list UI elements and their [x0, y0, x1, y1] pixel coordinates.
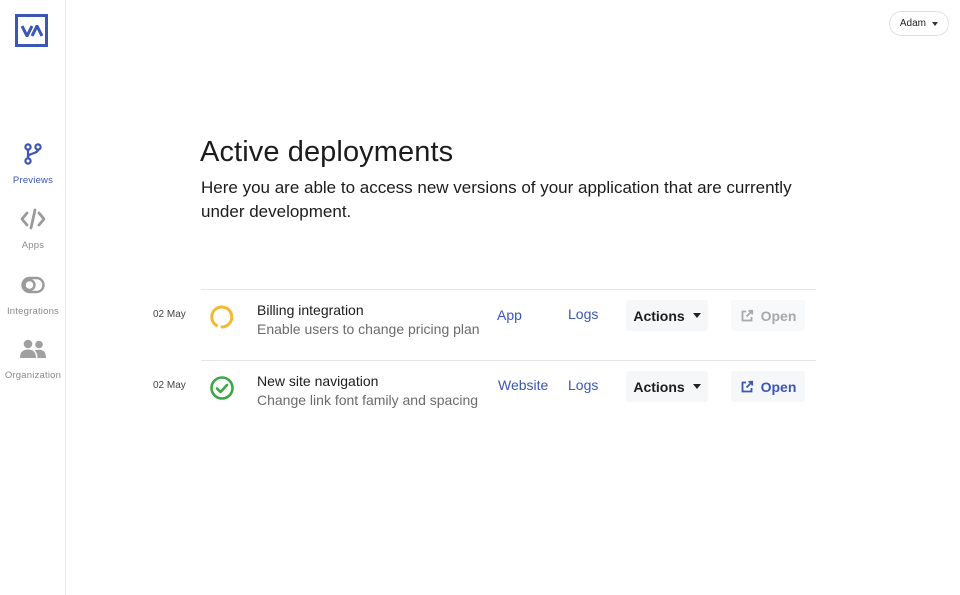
actions-dropdown-button[interactable]: Actions — [626, 371, 708, 402]
logs-link[interactable]: Logs — [568, 377, 598, 393]
external-link-icon — [741, 309, 753, 321]
page-description: Here you are able to access new versions… — [201, 178, 792, 221]
page-title: Active deployments — [200, 136, 454, 168]
toggle-icon — [21, 274, 45, 301]
sidebar-item-organization[interactable]: Organization — [0, 338, 66, 381]
actions-dropdown-button[interactable]: Actions — [626, 300, 708, 331]
user-menu-button[interactable]: Adam — [888, 11, 949, 36]
deployment-title: New site navigation — [257, 373, 379, 389]
environment-link[interactable]: App — [497, 307, 522, 323]
sidebar-item-label: Integrations — [6, 306, 60, 317]
deployments-list: 02 May Billing integration Enable users … — [140, 289, 816, 431]
actions-label: Actions — [633, 307, 685, 324]
sidebar-item-label: Organization — [4, 370, 62, 381]
users-icon — [19, 338, 47, 365]
code-icon — [20, 208, 46, 235]
deployment-row: 02 May New site navigation Change link f… — [153, 360, 816, 431]
open-button[interactable]: Open — [731, 300, 805, 331]
sidebar: Previews Apps Integrations Organization — [0, 0, 66, 595]
sidebar-item-label: Previews — [12, 175, 54, 186]
environment-link[interactable]: Website — [498, 377, 548, 393]
deployment-date: 02 May — [153, 380, 186, 391]
user-name: Adam — [899, 18, 926, 29]
in-progress-icon — [209, 304, 235, 330]
sidebar-item-integrations[interactable]: Integrations — [0, 274, 66, 317]
logs-link[interactable]: Logs — [568, 306, 598, 322]
sidebar-item-previews[interactable]: Previews — [0, 143, 66, 186]
sidebar-item-apps[interactable]: Apps — [0, 208, 66, 251]
logo[interactable] — [15, 14, 48, 47]
open-label: Open — [760, 307, 797, 324]
deployment-subtitle: Enable users to change pricing plan — [257, 321, 480, 337]
caret-down-icon — [692, 384, 701, 389]
external-link-icon — [741, 380, 753, 392]
actions-label: Actions — [633, 378, 685, 395]
caret-down-icon — [692, 313, 701, 318]
logo-va-mark — [20, 24, 43, 37]
sidebar-item-label: Apps — [21, 240, 45, 251]
deployment-subtitle: Change link font family and spacing — [257, 392, 479, 408]
check-circle-icon — [209, 375, 235, 401]
deployment-date: 02 May — [153, 309, 186, 320]
branch-icon — [23, 143, 43, 170]
caret-down-icon — [932, 21, 938, 26]
open-label: Open — [760, 378, 797, 395]
deployment-row: 02 May Billing integration Enable users … — [153, 289, 816, 360]
deployment-title: Billing integration — [257, 302, 364, 318]
open-button[interactable]: Open — [731, 371, 805, 402]
